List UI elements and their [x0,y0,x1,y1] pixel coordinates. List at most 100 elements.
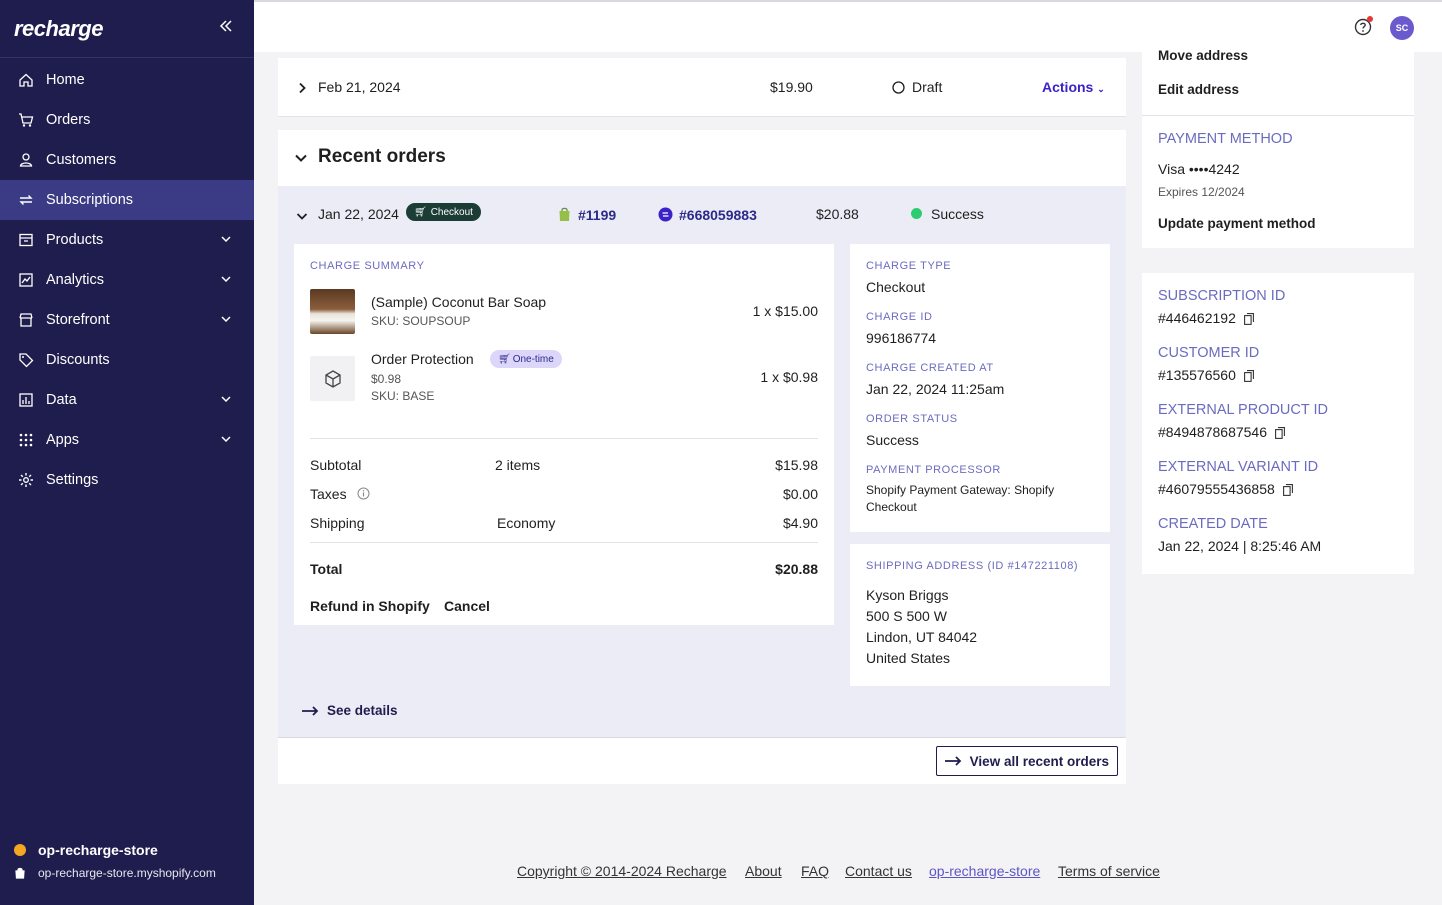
external-variant-id-label: EXTERNAL VARIANT ID [1158,459,1319,475]
sidebar-item-label: Home [46,72,85,88]
divider [310,438,818,439]
chevron-down-icon[interactable] [220,433,232,445]
sidebar-nav: Home Orders Customers Subscriptions Prod… [0,60,254,500]
one-time-badge: 🛒︎ One-time [490,350,562,368]
store-status-dot [14,844,26,856]
success-status-dot [911,208,922,219]
address-line1: 500 S 500 W [866,608,947,624]
subscription-id-row: #446462192 [1158,310,1254,326]
recharge-order-link[interactable]: #668059883 [679,207,757,223]
collapse-sidebar-icon[interactable] [218,18,234,34]
payment-processor-value: Shopify Payment Gateway: Shopify [866,483,1055,497]
arrow-right-icon [302,705,319,716]
recharge-logo[interactable]: recharge [14,16,103,42]
sidebar-item-home[interactable]: Home [0,60,254,100]
view-all-recent-orders-button[interactable]: View all recent orders [935,746,1118,776]
store-link[interactable]: op-recharge-store [929,863,1040,879]
product-thumbnail [310,356,355,401]
terms-of-service-link[interactable]: Terms of service [1058,863,1160,879]
info-icon[interactable] [357,487,370,500]
shopify-bag-icon [15,867,25,879]
cancel-link[interactable]: Cancel [444,598,490,614]
line-item-name: Order Protection [371,351,474,367]
sidebar-item-apps[interactable]: Apps [0,420,254,460]
about-link[interactable]: About [745,863,782,879]
sidebar-item-settings[interactable]: Settings [0,460,254,500]
actions-label: Actions [1042,79,1094,95]
see-details-label: See details [327,703,398,718]
sidebar-item-analytics[interactable]: Analytics [0,260,254,300]
sidebar-item-storefront[interactable]: Storefront [0,300,254,340]
data-icon [19,393,33,407]
recent-orders-header[interactable]: Recent orders [278,130,1126,186]
chevron-down-icon[interactable] [296,210,308,222]
shopify-order-link[interactable]: #1199 [578,207,616,223]
divider [1142,115,1414,116]
sidebar-item-customers[interactable]: Customers [0,140,254,180]
sidebar-item-discounts[interactable]: Discounts [0,340,254,380]
charge-status: Draft [912,79,943,95]
sidebar-item-label: Products [46,232,104,248]
charge-summary-panel: CHARGE SUMMARY (Sample) Coconut Bar Soap… [294,244,834,625]
store-switcher[interactable]: op-recharge-store op-recharge-store.mysh… [14,842,216,880]
page-footer: Copyright © 2014-2024 Recharge About FAQ… [254,843,1442,905]
chevron-down-icon[interactable] [294,151,308,165]
external-variant-id-value: #46079555436858 [1158,481,1275,497]
sidebar: recharge Home Orders Customers Subscript… [0,0,254,905]
cart-icon: 🛒︎ [498,353,511,365]
sidebar-item-label: Data [46,392,77,408]
package-icon [324,369,341,388]
external-product-id-label: EXTERNAL PRODUCT ID [1158,402,1328,418]
line-item-name: (Sample) Coconut Bar Soap [371,294,547,310]
copy-icon[interactable] [1282,484,1293,497]
order-date: Jan 22, 2024 [318,206,399,222]
see-details-link[interactable]: See details [302,703,398,718]
recent-orders-footer: View all recent orders [278,737,1126,784]
store-url: op-recharge-store.myshopify.com [38,866,216,880]
draft-status-icon [892,81,905,94]
avatar[interactable]: SC [1390,16,1414,40]
chevron-right-icon[interactable] [296,82,308,94]
chevron-down-icon[interactable] [220,313,232,325]
store-icon [19,313,33,327]
chevron-down-icon[interactable] [220,393,232,405]
chevron-down-icon[interactable] [220,273,232,285]
update-payment-method-link[interactable]: Update payment method [1158,216,1316,231]
charge-created-label: CHARGE CREATED AT [866,362,994,374]
order-status-value: Success [866,432,919,448]
box-icon [19,233,33,247]
sidebar-item-label: Analytics [46,272,105,288]
faq-link[interactable]: FAQ [801,863,829,879]
sidebar-item-label: Orders [46,112,91,128]
copyright-link[interactable]: Copyright © 2014-2024 Recharge [517,863,727,879]
refund-in-shopify-link[interactable]: Refund in Shopify [310,598,430,614]
chevron-down-icon[interactable] [220,233,232,245]
arrow-right-icon [944,756,961,766]
charge-created-value: Jan 22, 2024 11:25am [866,381,1005,397]
sidebar-item-subscriptions[interactable]: Subscriptions [0,180,254,220]
shipping-label: Shipping [310,515,365,531]
payment-method-label: PAYMENT METHOD [1158,131,1293,147]
move-address-link[interactable]: Move address [1158,48,1248,63]
order-amount: $20.88 [816,206,859,222]
charge-amount: $19.90 [770,79,813,95]
order-status: Success [931,206,984,222]
edit-address-link[interactable]: Edit address [1158,82,1239,97]
actions-menu[interactable]: Actions ⌄ [1042,79,1105,95]
address-payment-card: Move address Edit address PAYMENT METHOD… [1142,48,1414,248]
user-icon [19,153,33,167]
payment-processor-label: PAYMENT PROCESSOR [866,464,1001,476]
external-variant-id-row: #46079555436858 [1158,481,1293,497]
copy-icon[interactable] [1275,427,1285,440]
sidebar-item-orders[interactable]: Orders [0,100,254,140]
copy-icon[interactable] [1243,313,1254,326]
external-product-id-row: #8494878687546 [1158,424,1285,440]
sidebar-item-label: Subscriptions [46,192,134,208]
shipping-value: $4.90 [782,515,818,531]
sidebar-item-data[interactable]: Data [0,380,254,420]
copy-icon[interactable] [1243,370,1254,383]
sidebar-item-label: Storefront [46,312,110,328]
view-all-label: View all recent orders [969,753,1109,769]
contact-us-link[interactable]: Contact us [845,863,912,879]
sidebar-item-products[interactable]: Products [0,220,254,260]
